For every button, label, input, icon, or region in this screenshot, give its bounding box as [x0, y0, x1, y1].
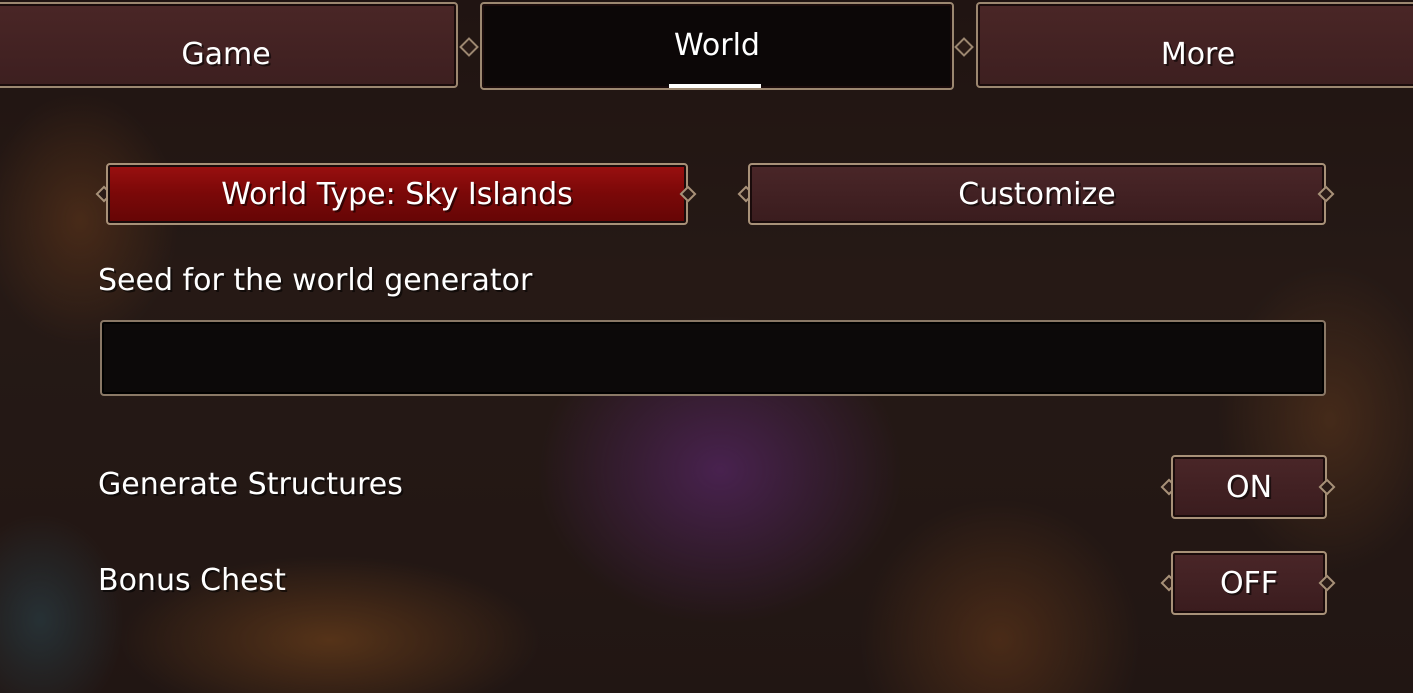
customize-label: Customize — [958, 176, 1116, 212]
bonus-chest-label: Bonus Chest — [98, 563, 286, 598]
tab-game[interactable]: Game — [0, 2, 458, 88]
tab-more-label: More — [1160, 36, 1236, 72]
tab-world-label: World — [674, 27, 760, 63]
tab-game-label: Game — [181, 36, 271, 72]
world-type-button[interactable]: World Type: Sky Islands — [106, 163, 688, 225]
tab-world[interactable]: World — [480, 2, 954, 90]
customize-button[interactable]: Customize — [748, 163, 1326, 225]
generate-structures-toggle[interactable]: ON — [1171, 455, 1327, 519]
active-tab-underline — [669, 84, 761, 88]
seed-input[interactable] — [100, 320, 1326, 396]
bonus-chest-toggle[interactable]: OFF — [1171, 551, 1327, 615]
generate-structures-label: Generate Structures — [98, 467, 403, 502]
bonus-chest-value: OFF — [1219, 565, 1279, 601]
seed-label: Seed for the world generator — [98, 263, 533, 298]
world-type-label: World Type: Sky Islands — [221, 176, 573, 212]
tab-more[interactable]: More — [976, 2, 1413, 88]
generate-structures-value: ON — [1225, 469, 1273, 505]
